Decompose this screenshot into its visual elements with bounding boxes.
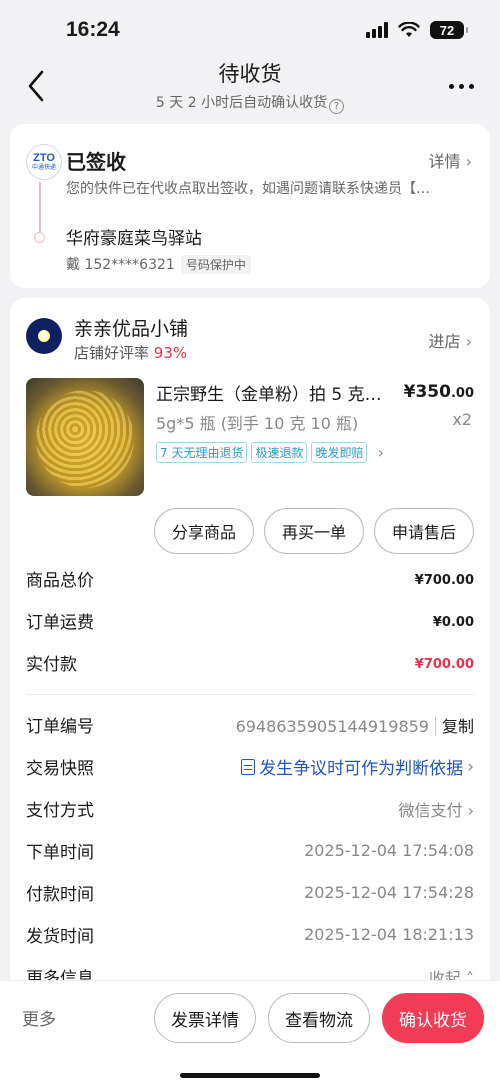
timeline-dot <box>34 232 45 243</box>
snapshot-row[interactable]: 交易快照 发生争议时可作为判断依据 › <box>26 754 474 780</box>
order-time-value: 2025-12-04 17:54:08 <box>304 841 474 860</box>
product-image[interactable] <box>26 378 144 496</box>
logistics-card[interactable]: ZTO 中通快递 已签收 详情 › 您的快件已在代收点取出签收，如遇问题请联系快… <box>10 124 490 288</box>
shipping-fee-label: 订单运费 <box>26 613 94 633</box>
order-number-label: 订单编号 <box>26 717 94 737</box>
order-time-row: 下单时间 2025-12-04 17:54:08 <box>26 838 474 863</box>
cellular-signal-icon <box>366 22 388 38</box>
confirm-receipt-button[interactable]: 确认收货 <box>382 993 484 1043</box>
payment-method-label: 支付方式 <box>26 801 94 821</box>
carrier-logo: ZTO 中通快递 <box>26 144 62 180</box>
ship-time-label: 发货时间 <box>26 927 94 947</box>
total-price-label: 商品总价 <box>26 571 94 591</box>
product-price: ¥350.00 <box>404 382 474 402</box>
payment-method: 微信支付 › <box>398 797 474 821</box>
chevron-right-icon: › <box>467 800 474 820</box>
paid-amount-label: 实付款 <box>26 655 77 675</box>
shop-rating-label: 店铺好评率 <box>74 344 150 362</box>
wifi-icon <box>398 22 420 37</box>
product-price-main: ¥350 <box>403 382 451 402</box>
enter-shop-label: 进店 <box>428 332 461 351</box>
chevron-right-icon: › <box>465 332 472 351</box>
ship-time-row: 发货时间 2025-12-04 18:21:13 <box>26 922 474 947</box>
bottom-action-bar: 更多 发票详情 查看物流 确认收货 <box>0 980 500 1086</box>
logistics-detail-link[interactable]: 详情 › <box>428 148 472 172</box>
shop-rating: 店铺好评率 93% <box>74 342 187 363</box>
carrier-logo-sub: 中通快递 <box>31 164 56 171</box>
page-title: 待收货 <box>218 62 282 86</box>
copy-button[interactable]: 复制 <box>434 716 474 736</box>
battery-icon: 72 <box>430 21 468 39</box>
pay-time-row: 付款时间 2025-12-04 17:54:28 <box>26 880 474 905</box>
home-indicator[interactable] <box>180 1073 320 1078</box>
service-tag: 晚发即赔 <box>311 442 368 463</box>
product-spec: 5g*5 瓶 (到手 10 克 10 瓶) <box>156 414 359 433</box>
chevron-right-icon: › <box>467 756 474 777</box>
bottom-buttons: 发票详情 查看物流 确认收货 <box>154 993 484 1043</box>
carrier-logo-text: ZTO <box>33 152 55 164</box>
recipient-contact: 戴 152****6321 号码保护中 <box>66 254 251 274</box>
auto-confirm-notice: 5 天 2 小时后自动确认收货? <box>0 92 500 114</box>
product-quantity: x2 <box>452 410 472 429</box>
ship-time-value: 2025-12-04 18:21:13 <box>304 925 474 944</box>
paid-amount-decimal: .00 <box>450 656 474 672</box>
delivery-status: 已签收 <box>66 150 126 174</box>
pickup-station: 华府豪庭菜鸟驿站 <box>66 229 202 249</box>
shipping-fee-row: 订单运费 ¥0.00 <box>26 608 474 633</box>
snapshot-link[interactable]: 发生争议时可作为判断依据 › <box>241 754 474 779</box>
rebuy-button[interactable]: 再买一单 <box>263 508 364 554</box>
snapshot-link-text: 发生争议时可作为判断依据 <box>259 759 464 779</box>
product-title[interactable]: 正宗野生（金单粉）拍 5 克… <box>156 380 388 405</box>
order-time-label: 下单时间 <box>26 843 94 863</box>
shipping-fee-value: ¥0.00 <box>432 614 474 630</box>
divider <box>26 694 474 695</box>
nav-bar: 待收货 5 天 2 小时后自动确认收货? <box>0 56 500 118</box>
delivery-description: 您的快件已在代收点取出签收，如遇问题请联系快递员【… <box>66 181 430 197</box>
shop-rating-value: 93% <box>153 344 188 362</box>
shop-avatar[interactable] <box>26 318 62 354</box>
help-icon[interactable]: ? <box>329 99 345 114</box>
order-actions: 分享商品 再买一单 申请售后 <box>153 508 474 554</box>
document-icon <box>241 758 256 775</box>
order-card: 亲亲优品小铺 店铺好评率 93% 进店 › 正宗野生（金单粉）拍 5 克… ¥3… <box>10 298 490 998</box>
auto-confirm-text: 5 天 2 小时后自动确认收货 <box>155 95 328 111</box>
payment-method-value: 微信支付 <box>398 800 463 820</box>
status-time: 16:24 <box>66 18 120 41</box>
total-price-value: ¥700.00 <box>414 572 474 588</box>
shop-name[interactable]: 亲亲优品小铺 <box>74 314 188 341</box>
enter-shop-link[interactable]: 进店 › <box>428 328 472 352</box>
view-logistics-button[interactable]: 查看物流 <box>268 993 370 1043</box>
after-sale-button[interactable]: 申请售后 <box>373 508 474 554</box>
invoice-details-button[interactable]: 发票详情 <box>154 993 256 1043</box>
chevron-right-icon: › <box>465 152 472 171</box>
recipient-phone: 戴 152****6321 <box>66 257 175 273</box>
order-number: 6948635905144919859 复制 <box>236 713 474 737</box>
snapshot-label: 交易快照 <box>26 759 94 779</box>
order-number-row: 订单编号 6948635905144919859 复制 <box>26 712 474 737</box>
order-number-value: 6948635905144919859 <box>235 716 429 736</box>
paid-amount-row: 实付款 ¥700.00 <box>26 650 474 675</box>
shipping-fee-decimal: .00 <box>450 614 474 630</box>
privacy-badge: 号码保护中 <box>180 254 251 274</box>
total-price-row: 商品总价 ¥700.00 <box>26 566 474 591</box>
more-button[interactable]: 更多 <box>22 1005 56 1030</box>
total-price-decimal: .00 <box>450 572 474 588</box>
payment-method-row: 支付方式 微信支付 › <box>26 796 474 822</box>
chevron-right-icon: › <box>377 443 384 462</box>
service-tags[interactable]: 7 天无理由退货 极速退款 晚发即赔 › <box>156 442 384 463</box>
timeline-line <box>39 182 41 236</box>
more-options-icon[interactable] <box>449 84 474 89</box>
share-product-button[interactable]: 分享商品 <box>153 508 254 554</box>
pay-time-value: 2025-12-04 17:54:28 <box>304 883 474 902</box>
status-bar: 16:24 72 <box>0 0 500 60</box>
detail-label: 详情 <box>428 152 461 171</box>
pay-time-label: 付款时间 <box>26 885 94 905</box>
paid-amount-value: ¥700.00 <box>414 656 474 672</box>
product-price-decimal: .00 <box>450 386 474 401</box>
service-tag: 极速退款 <box>251 442 308 463</box>
service-tag: 7 天无理由退货 <box>156 442 248 463</box>
status-icons: 72 <box>366 21 468 39</box>
